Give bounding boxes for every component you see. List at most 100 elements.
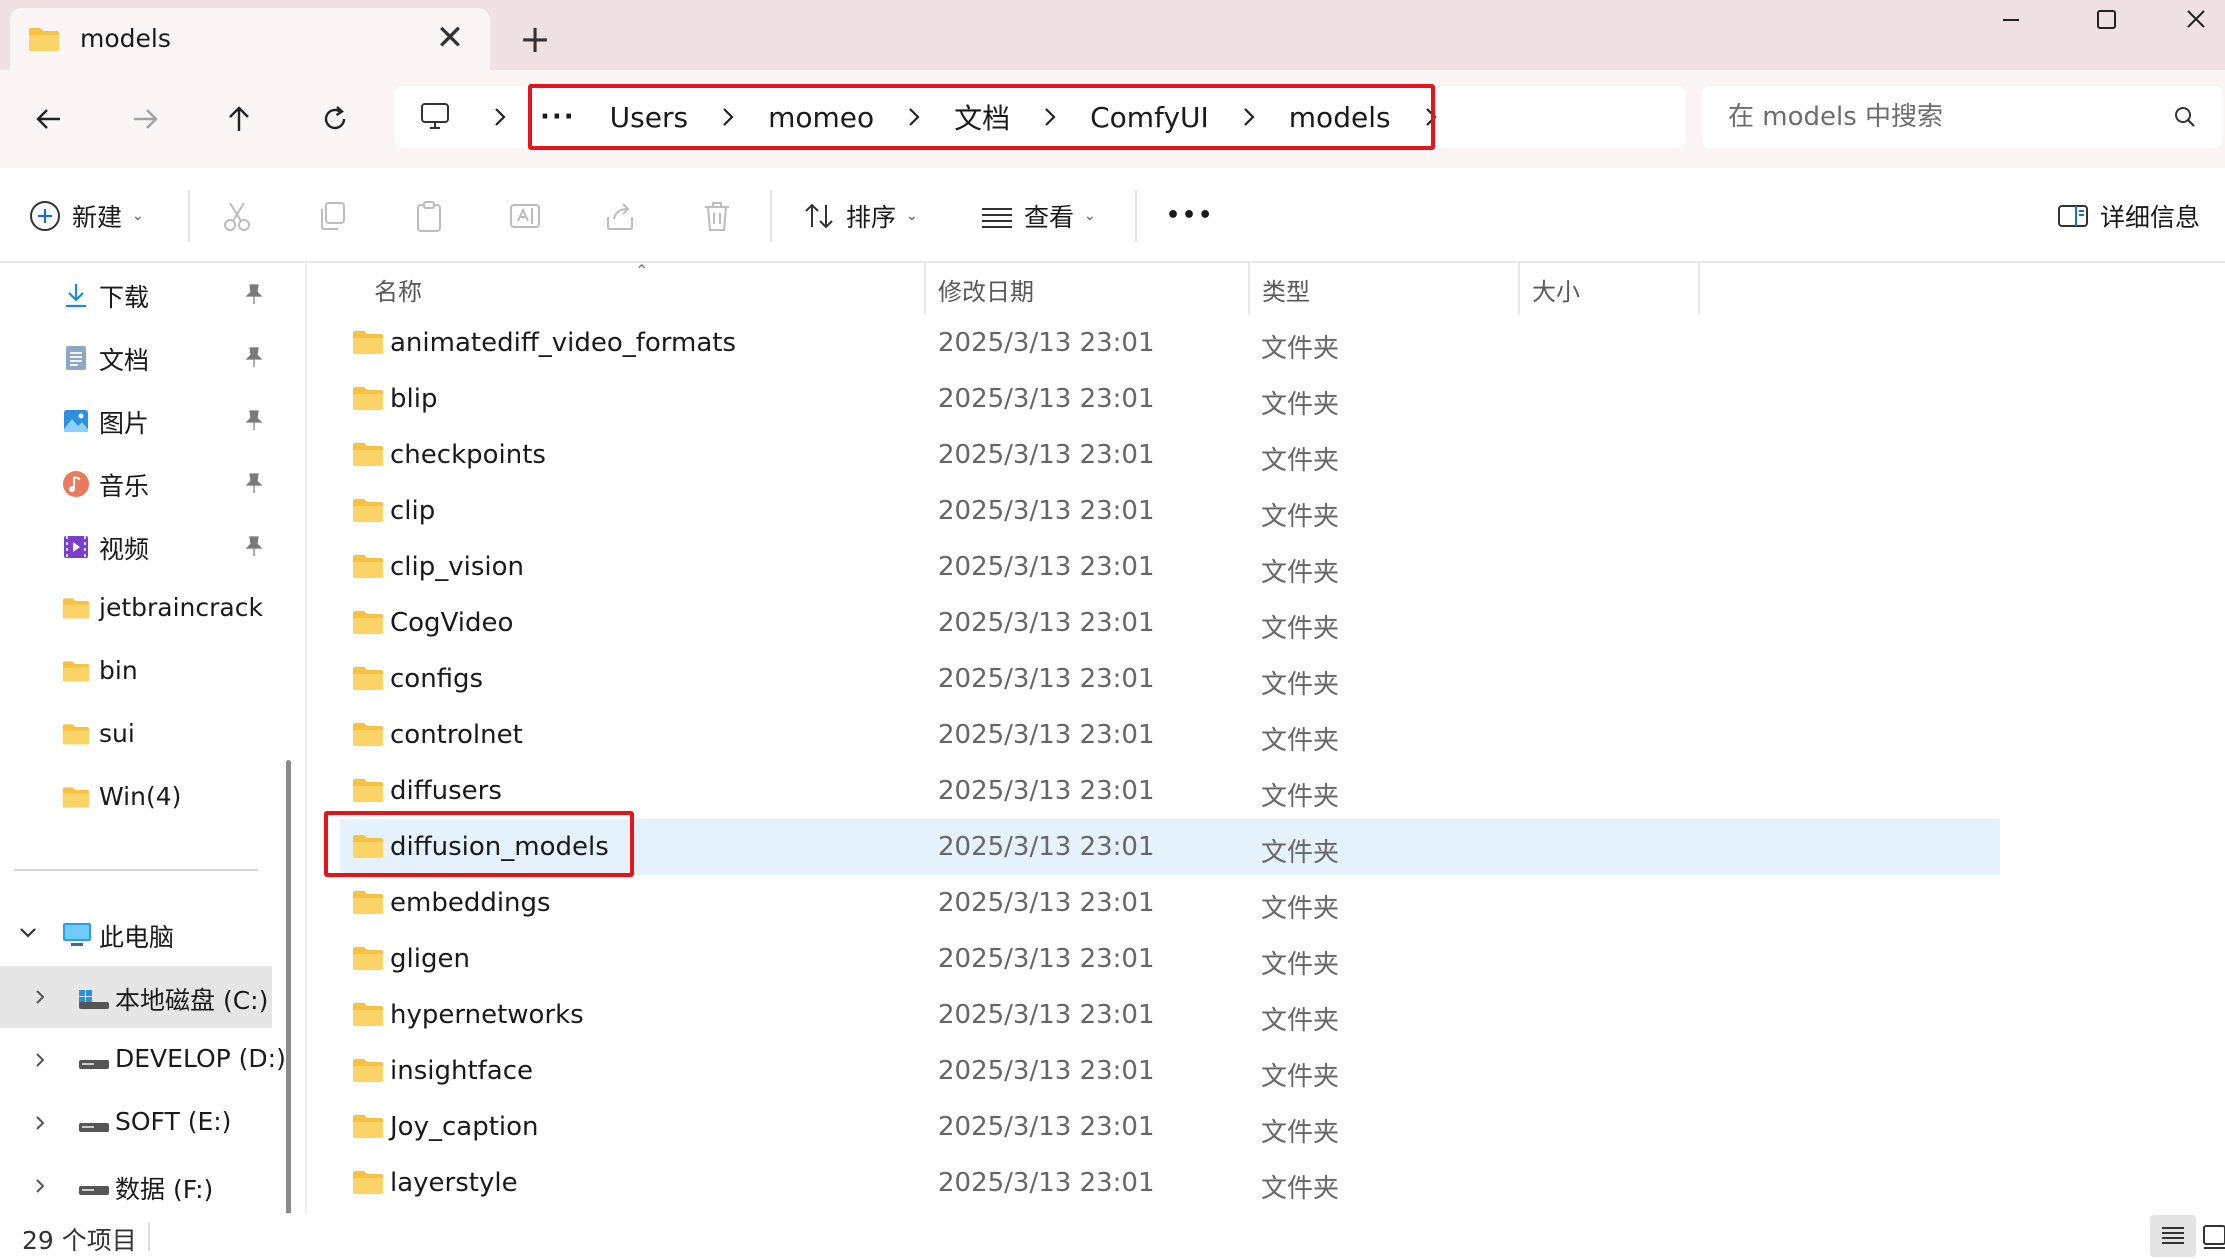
chevron-right-icon[interactable] [30, 1113, 50, 1138]
file-row[interactable]: blip 2025/3/13 23:01 文件夹 [340, 371, 2000, 427]
minimize-icon [2003, 19, 2019, 21]
sidebar-scrollbar[interactable] [286, 760, 291, 1259]
more-options-button[interactable]: ••• [1166, 168, 1214, 263]
file-type: 文件夹 [1261, 1174, 1340, 1204]
sort-button[interactable]: 排序 ⌄ [802, 168, 918, 263]
delete-button[interactable] [700, 168, 734, 263]
details-view-button[interactable] [2150, 1215, 2196, 1257]
sidebar-drive-f[interactable]: 数据 (F:) [0, 1155, 272, 1217]
file-row[interactable]: clip 2025/3/13 23:01 文件夹 [340, 483, 2000, 539]
file-row[interactable]: animatediff_video_formats 2025/3/13 23:01… [340, 315, 2000, 371]
chevron-right-icon[interactable] [30, 1050, 50, 1075]
file-date: 2025/3/13 23:01 [938, 888, 1155, 918]
sidebar-item-this-pc[interactable]: 此电脑 [0, 903, 272, 965]
file-name: animatediff_video_formats [390, 328, 737, 358]
plus-circle-icon [30, 200, 60, 231]
share-button[interactable] [604, 168, 638, 263]
chevron-right-icon[interactable] [30, 987, 50, 1012]
file-row[interactable]: controlnet 2025/3/13 23:01 文件夹 [340, 707, 2000, 763]
pin-icon[interactable] [244, 535, 264, 561]
folder-icon [352, 1113, 384, 1143]
file-row[interactable]: checkpoints 2025/3/13 23:01 文件夹 [340, 427, 2000, 483]
arrow-left-icon [36, 109, 60, 129]
sidebar-item-pictures[interactable]: 图片 [0, 389, 272, 451]
file-row[interactable]: insightface 2025/3/13 23:01 文件夹 [340, 1043, 2000, 1099]
forward-button[interactable] [120, 94, 170, 144]
cut-button[interactable] [220, 168, 254, 263]
sidebar-drive-d[interactable]: DEVELOP (D:) [0, 1029, 286, 1091]
file-date: 2025/3/13 23:01 [938, 608, 1155, 638]
chevron-down-icon: ⌄ [1084, 207, 1096, 224]
back-button[interactable] [24, 94, 74, 144]
refresh-button[interactable] [310, 94, 360, 144]
file-date: 2025/3/13 23:01 [938, 384, 1155, 414]
column-header-name[interactable]: 名称 [374, 263, 909, 315]
new-tab-button[interactable]: + [512, 16, 558, 62]
pin-icon[interactable] [244, 409, 264, 435]
drive-icon [78, 1114, 110, 1140]
arrow-up-icon [229, 106, 249, 131]
sidebar-item-label: 下载 [99, 283, 150, 312]
details-pane-button[interactable]: 详细信息 [2056, 168, 2200, 263]
sidebar-item-downloads[interactable]: 下载 [0, 263, 272, 325]
file-row[interactable]: CogVideo 2025/3/13 23:01 文件夹 [340, 595, 2000, 651]
paste-button[interactable] [412, 168, 446, 263]
sidebar-drive-e[interactable]: SOFT (E:) [0, 1092, 272, 1154]
file-date: 2025/3/13 23:01 [938, 944, 1155, 974]
column-divider[interactable] [1518, 263, 1520, 315]
file-row[interactable]: Joy_caption 2025/3/13 23:01 文件夹 [340, 1099, 2000, 1155]
search-box[interactable] [1702, 86, 2222, 148]
pin-icon[interactable] [244, 346, 264, 372]
tab-models[interactable]: models ✕ [10, 8, 490, 70]
column-divider[interactable] [1248, 263, 1250, 315]
up-button[interactable] [214, 94, 264, 144]
chevron-right-icon[interactable] [487, 104, 513, 134]
column-divider[interactable] [1698, 263, 1700, 315]
sidebar-folder-jetbraincrack[interactable]: jetbraincrack [0, 578, 272, 640]
file-date: 2025/3/13 23:01 [938, 1112, 1155, 1142]
folder-icon [352, 441, 384, 471]
sidebar-item-videos[interactable]: 视频 [0, 515, 272, 577]
file-name: blip [390, 384, 438, 414]
close-window-button[interactable] [2166, 0, 2225, 44]
file-row[interactable]: clip_vision 2025/3/13 23:01 文件夹 [340, 539, 2000, 595]
sidebar-folder-win4[interactable]: Win(4) [0, 767, 272, 829]
new-button[interactable]: 新建 ⌄ [28, 168, 144, 263]
column-divider[interactable] [924, 263, 926, 315]
file-row[interactable]: layerstyle 2025/3/13 23:01 文件夹 [340, 1155, 2000, 1211]
document-icon [62, 344, 90, 372]
file-row[interactable]: embeddings 2025/3/13 23:01 文件夹 [340, 875, 2000, 931]
column-header-date[interactable]: 修改日期 [938, 263, 1238, 315]
column-header-type[interactable]: 类型 [1262, 263, 1522, 315]
sidebar-drive-c[interactable]: 本地磁盘 (C:) [0, 966, 272, 1028]
file-type: 文件夹 [1261, 670, 1340, 700]
pin-icon[interactable] [244, 283, 264, 309]
toolbar-divider [770, 190, 772, 242]
copy-button[interactable] [316, 168, 350, 263]
chevron-down-icon[interactable] [16, 921, 40, 950]
file-row[interactable]: hypernetworks 2025/3/13 23:01 文件夹 [340, 987, 2000, 1043]
file-date: 2025/3/13 23:01 [938, 1000, 1155, 1030]
folder-icon [352, 1001, 384, 1031]
tab-close-button[interactable]: ✕ [428, 20, 472, 56]
minimize-button[interactable] [1980, 0, 2040, 44]
copy-icon [321, 201, 345, 230]
column-header-size[interactable]: 大小 [1532, 263, 1712, 315]
search-icon[interactable] [2172, 104, 2198, 134]
chevron-right-icon[interactable] [30, 1176, 50, 1201]
sidebar-folder-bin[interactable]: bin [0, 641, 272, 703]
sidebar-folder-sui[interactable]: sui [0, 704, 272, 766]
view-button[interactable]: 查看 ⌄ [980, 168, 1096, 263]
sidebar-item-music[interactable]: 音乐 [0, 452, 272, 514]
pane-splitter[interactable] [305, 263, 307, 1213]
tiles-view-button[interactable] [2202, 1221, 2225, 1253]
rename-button[interactable] [508, 168, 542, 263]
maximize-button[interactable] [2076, 0, 2136, 44]
file-date: 2025/3/13 23:01 [938, 720, 1155, 750]
search-input[interactable] [1728, 86, 2148, 148]
file-row[interactable]: gligen 2025/3/13 23:01 文件夹 [340, 931, 2000, 987]
address-bar[interactable]: ··· Users momeo 文档 ComfyUI models [395, 84, 1685, 150]
sidebar-item-documents[interactable]: 文档 [0, 326, 272, 388]
file-row[interactable]: configs 2025/3/13 23:01 文件夹 [340, 651, 2000, 707]
pin-icon[interactable] [244, 472, 264, 498]
